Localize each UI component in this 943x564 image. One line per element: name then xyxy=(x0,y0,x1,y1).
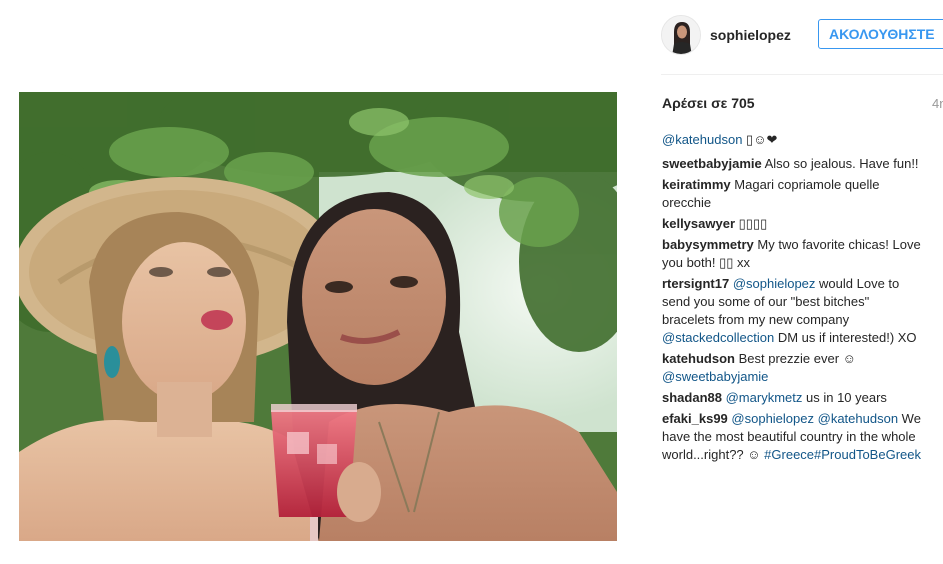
comment-username[interactable]: rtersignt17 xyxy=(662,276,729,291)
list-item: katehudson Best prezzie ever ☺ @sweetbab… xyxy=(662,350,924,386)
caption-mention-link[interactable]: @katehudson xyxy=(662,132,742,147)
post-author-username[interactable]: sophielopez xyxy=(710,27,791,43)
post-photo[interactable] xyxy=(19,92,617,541)
comment-mention-link[interactable]: @sophielopez xyxy=(731,411,814,426)
follow-button[interactable]: ΑΚΟΛΟΥΘΗΣΤΕ xyxy=(818,19,943,49)
comment-mention-link[interactable]: @sophielopez xyxy=(733,276,816,291)
comment-username[interactable]: shadan88 xyxy=(662,390,722,405)
list-item: kellysawyer ▯▯▯▯ xyxy=(662,215,924,233)
post-caption: @katehudson ▯☺❤ xyxy=(662,131,924,149)
comment-mention-link[interactable]: @marykmetz xyxy=(726,390,803,405)
user-avatar[interactable] xyxy=(661,15,701,55)
post-photo-illustration xyxy=(19,92,617,541)
list-item: sweetbabyjamie Also so jealous. Have fun… xyxy=(662,155,924,173)
post-time-ago[interactable]: 4η xyxy=(932,96,943,111)
comment-mention-link[interactable]: @sweetbabyjamie xyxy=(662,369,768,384)
comment-text: Also so jealous. Have fun!! xyxy=(764,156,919,171)
comment-username[interactable]: efaki_ks99 xyxy=(662,411,728,426)
comment-username[interactable]: babysymmetry xyxy=(662,237,754,252)
list-item: shadan88 @marykmetz us in 10 years xyxy=(662,389,924,407)
likes-count[interactable]: Αρέσει σε 705 xyxy=(662,95,755,111)
comment-username[interactable]: keiratimmy xyxy=(662,177,731,192)
comments-list: @katehudson ▯☺❤ sweetbabyjamie Also so j… xyxy=(662,131,924,467)
post-header: sophielopez ΑΚΟΛΟΥΘΗΣΤΕ xyxy=(661,15,943,56)
comment-username[interactable]: kellysawyer xyxy=(662,216,735,231)
comment-mention-link[interactable]: @stackedcollection xyxy=(662,330,774,345)
comment-username[interactable]: katehudson xyxy=(662,351,735,366)
avatar-image xyxy=(662,16,700,54)
comment-text: DM us if interested!) XO xyxy=(777,330,917,345)
comment-username[interactable]: sweetbabyjamie xyxy=(662,156,762,171)
comment-text: ▯▯▯▯ xyxy=(738,216,768,231)
comment-text: Best prezzie ever ☺ xyxy=(738,351,856,366)
comment-mention-link[interactable]: @katehudson xyxy=(818,411,898,426)
header-divider xyxy=(661,74,943,75)
list-item: keiratimmy Magari copriamole quelle orec… xyxy=(662,176,924,212)
list-item: babysymmetry My two favorite chicas! Lov… xyxy=(662,236,924,272)
instagram-post-page: sophielopez ΑΚΟΛΟΥΘΗΣΤΕ Αρέσει σε 705 4η… xyxy=(0,0,943,564)
caption-emoji: ▯☺❤ xyxy=(746,132,778,147)
comment-hashtag-link[interactable]: #Greece#ProudToBeGreek xyxy=(764,447,921,462)
list-item: rtersignt17 @sophielopez would Love to s… xyxy=(662,275,924,347)
comment-text: us in 10 years xyxy=(806,390,887,405)
list-item: efaki_ks99 @sophielopez @katehudson We h… xyxy=(662,410,924,464)
